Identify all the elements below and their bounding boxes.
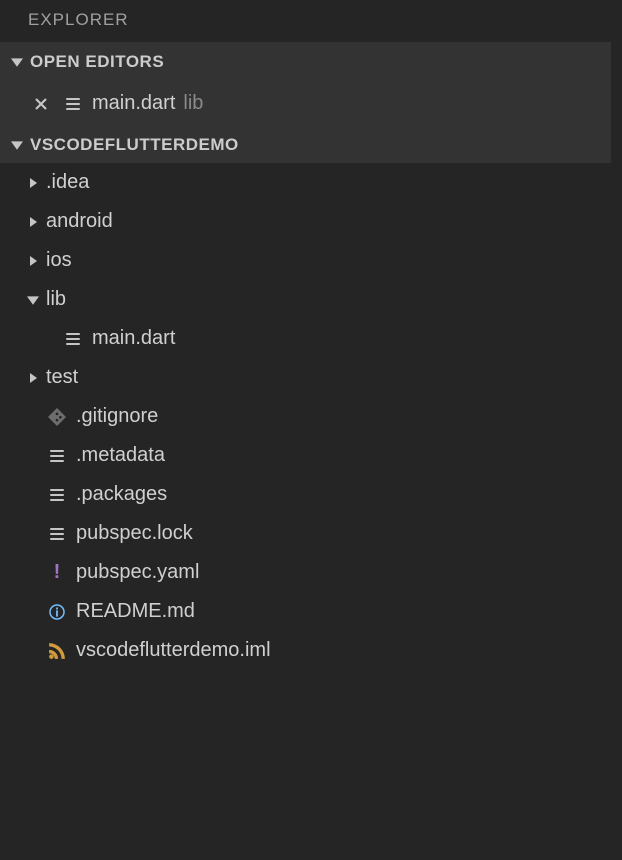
file-icon: [46, 525, 68, 543]
chevron-right-icon: [24, 255, 42, 267]
open-editor-item[interactable]: main.dart lib: [0, 82, 611, 127]
file-icon: [46, 447, 68, 465]
explorer-panel: EXPLORER OPEN EDITORS main.dart lib VSCO…: [0, 0, 611, 860]
item-label: README.md: [76, 600, 195, 623]
item-label: .metadata: [76, 444, 165, 467]
chevron-right-icon: [24, 177, 42, 189]
close-icon[interactable]: [30, 96, 52, 112]
file-item[interactable]: pubspec.lock: [0, 514, 611, 553]
file-item[interactable]: .metadata: [0, 436, 611, 475]
open-editors-label: OPEN EDITORS: [30, 52, 164, 72]
info-icon: [46, 603, 68, 621]
item-label: .idea: [46, 171, 89, 194]
folder-item[interactable]: android: [0, 202, 611, 241]
chevron-right-icon: [24, 216, 42, 228]
item-label: .gitignore: [76, 405, 158, 428]
folder-item[interactable]: test: [0, 358, 611, 397]
chevron-down-icon: [8, 139, 26, 151]
feed-icon: [46, 642, 68, 660]
workspace-header[interactable]: VSCODEFLUTTERDEMO: [0, 127, 611, 163]
item-label: main.dart: [92, 327, 175, 350]
chevron-down-icon: [24, 294, 42, 306]
folder-item[interactable]: ios: [0, 241, 611, 280]
folder-item[interactable]: lib: [0, 280, 611, 319]
file-icon: [46, 486, 68, 504]
item-label: pubspec.lock: [76, 522, 193, 545]
item-label: android: [46, 210, 113, 233]
file-icon: [62, 95, 84, 113]
file-item[interactable]: ! pubspec.yaml: [0, 553, 611, 592]
workspace-name: VSCODEFLUTTERDEMO: [30, 135, 239, 155]
open-editor-path: lib: [183, 92, 203, 115]
file-tree: .idea android ios lib main.dart test .gitignor…: [0, 163, 611, 670]
file-item[interactable]: vscodeflutterdemo.iml: [0, 631, 611, 670]
chevron-down-icon: [8, 56, 26, 68]
item-label: vscodeflutterdemo.iml: [76, 639, 271, 662]
open-editor-filename: main.dart: [92, 92, 175, 115]
folder-item[interactable]: .idea: [0, 163, 611, 202]
file-item[interactable]: README.md: [0, 592, 611, 631]
item-label: ios: [46, 249, 72, 272]
item-label: pubspec.yaml: [76, 561, 199, 584]
file-item[interactable]: .gitignore: [0, 397, 611, 436]
open-editors-header[interactable]: OPEN EDITORS: [0, 42, 611, 82]
item-label: test: [46, 366, 78, 389]
panel-title: EXPLORER: [0, 0, 611, 42]
git-icon: [46, 408, 68, 426]
file-icon: [62, 330, 84, 348]
item-label: .packages: [76, 483, 167, 506]
chevron-right-icon: [24, 372, 42, 384]
file-item[interactable]: main.dart: [0, 319, 611, 358]
file-item[interactable]: .packages: [0, 475, 611, 514]
item-label: lib: [46, 288, 66, 311]
yaml-icon: !: [46, 561, 68, 584]
